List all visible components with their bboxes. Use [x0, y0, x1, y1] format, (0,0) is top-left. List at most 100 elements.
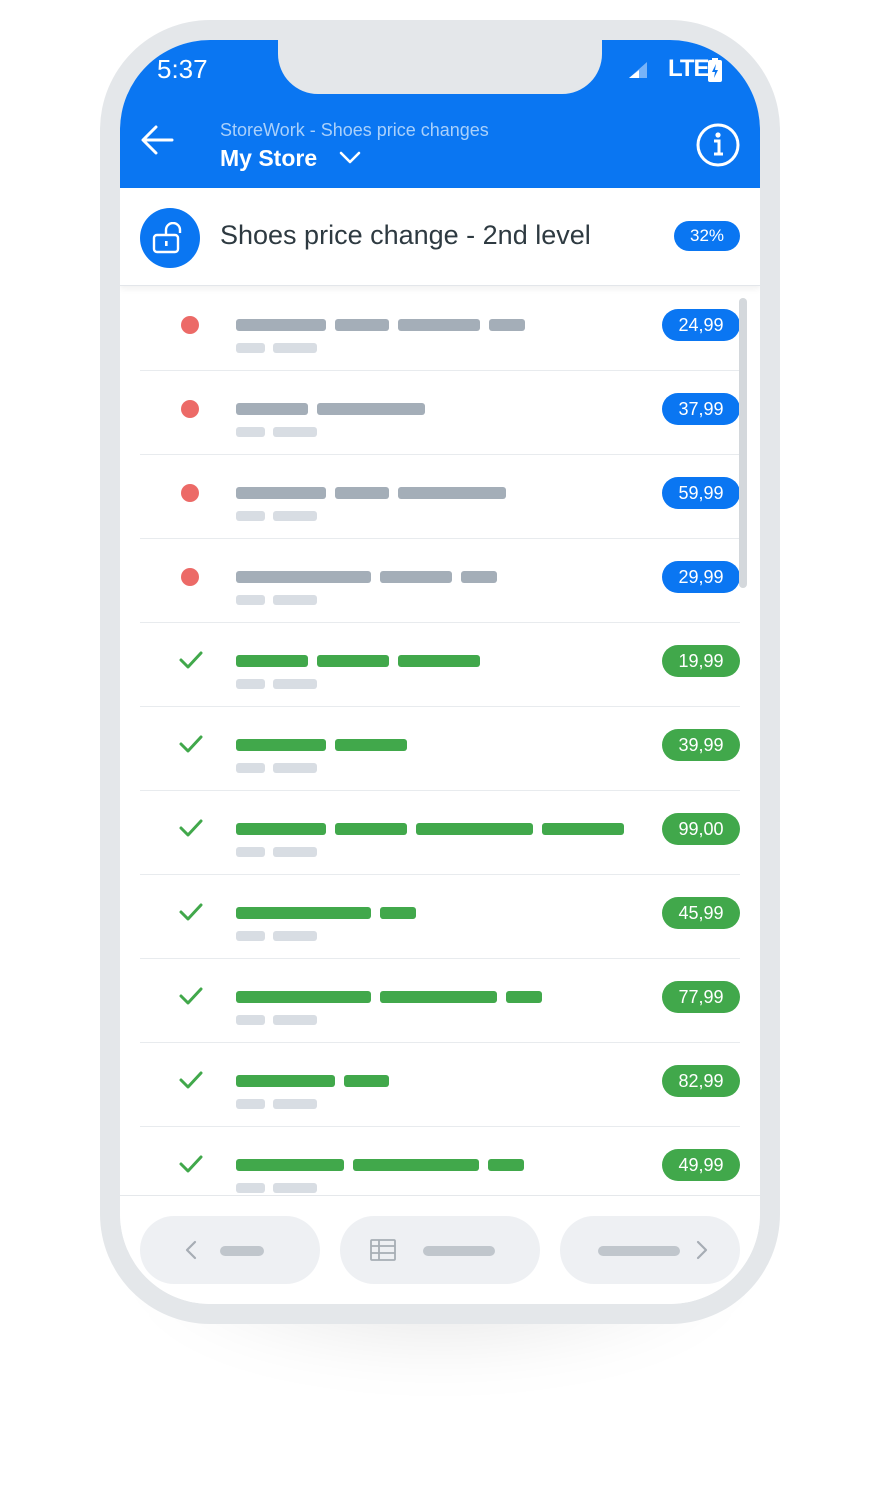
text-placeholder-bar [236, 823, 326, 835]
list-item[interactable]: 19,99 [140, 623, 740, 707]
list-item[interactable]: 45,99 [140, 875, 740, 959]
text-placeholder-bar [236, 1015, 265, 1025]
price-badge: 99,00 [662, 813, 740, 845]
text-placeholder-bar [489, 319, 525, 331]
chevron-down-icon[interactable] [338, 150, 362, 166]
table-view-button[interactable] [340, 1216, 540, 1284]
item-title-placeholder [236, 907, 416, 919]
status-dot [181, 400, 199, 418]
store-selector-label[interactable]: My Store [220, 145, 317, 172]
next-label-placeholder [598, 1246, 680, 1256]
price-badge: 37,99 [662, 393, 740, 425]
text-placeholder-bar [273, 1183, 317, 1193]
signal-icon [629, 62, 647, 78]
text-placeholder-bar [236, 487, 326, 499]
price-badge: 49,99 [662, 1149, 740, 1181]
text-placeholder-bar [380, 571, 452, 583]
next-button[interactable] [560, 1216, 740, 1284]
price-badge: 29,99 [662, 561, 740, 593]
price-badge: 82,99 [662, 1065, 740, 1097]
text-placeholder-bar [335, 487, 389, 499]
chevron-right-icon [696, 1240, 708, 1260]
text-placeholder-bar [236, 1159, 344, 1171]
text-placeholder-bar [236, 847, 265, 857]
list-item[interactable]: 37,99 [140, 371, 740, 455]
text-placeholder-bar [236, 679, 265, 689]
text-placeholder-bar [236, 655, 308, 667]
text-placeholder-bar [317, 403, 425, 415]
text-placeholder-bar [416, 823, 533, 835]
price-badge: 24,99 [662, 309, 740, 341]
text-placeholder-bar [461, 571, 497, 583]
item-title-placeholder [236, 1075, 389, 1087]
bottom-nav [120, 1195, 760, 1304]
info-icon[interactable] [695, 122, 741, 168]
text-placeholder-bar [236, 1099, 265, 1109]
table-icon [370, 1239, 396, 1261]
text-placeholder-bar [273, 427, 317, 437]
text-placeholder-bar [236, 319, 326, 331]
price-badge: 19,99 [662, 645, 740, 677]
text-placeholder-bar [353, 1159, 479, 1171]
task-title: Shoes price change - 2nd level [220, 220, 591, 250]
text-placeholder-bar [273, 1099, 317, 1109]
status-dot [181, 484, 199, 502]
table-label-placeholder [423, 1246, 495, 1256]
text-placeholder-bar [335, 739, 407, 751]
text-placeholder-bar [273, 931, 317, 941]
text-placeholder-bar [273, 679, 317, 689]
item-subtitle-placeholder [236, 1099, 317, 1109]
text-placeholder-bar [273, 763, 317, 773]
item-subtitle-placeholder [236, 595, 317, 605]
text-placeholder-bar [335, 823, 407, 835]
price-badge: 39,99 [662, 729, 740, 761]
text-placeholder-bar [236, 1075, 335, 1087]
list-item[interactable]: 99,00 [140, 791, 740, 875]
list-item[interactable]: 49,99 [140, 1127, 740, 1195]
phone-screen: 5:37 LTE StoreWork - Shoes price changes… [120, 40, 760, 1304]
text-placeholder-bar [236, 739, 326, 751]
text-placeholder-bar [398, 319, 480, 331]
list-item[interactable]: 82,99 [140, 1043, 740, 1127]
item-title-placeholder [236, 991, 542, 1003]
item-title-placeholder [236, 1159, 524, 1171]
text-placeholder-bar [344, 1075, 389, 1087]
header-subtitle: StoreWork - Shoes price changes [220, 120, 489, 140]
text-placeholder-bar [236, 907, 371, 919]
previous-button[interactable] [140, 1216, 320, 1284]
text-placeholder-bar [236, 931, 265, 941]
item-title-placeholder [236, 487, 506, 499]
text-placeholder-bar [273, 1015, 317, 1025]
check-icon [179, 735, 203, 753]
item-title-placeholder [236, 823, 624, 835]
check-icon [179, 651, 203, 669]
text-placeholder-bar [236, 571, 371, 583]
text-placeholder-bar [317, 655, 389, 667]
item-title-placeholder [236, 655, 480, 667]
check-icon [179, 819, 203, 837]
progress-badge: 32% [674, 221, 740, 251]
item-title-placeholder [236, 739, 407, 751]
scrollbar[interactable] [739, 298, 747, 588]
text-placeholder-bar [236, 511, 265, 521]
list-item[interactable]: 59,99 [140, 455, 740, 539]
text-placeholder-bar [398, 655, 480, 667]
list-item[interactable]: 39,99 [140, 707, 740, 791]
text-placeholder-bar [236, 763, 265, 773]
battery-icon [708, 58, 722, 82]
text-placeholder-bar [236, 991, 371, 1003]
text-placeholder-bar [236, 403, 308, 415]
status-dot [181, 316, 199, 334]
task-header: Shoes price change - 2nd level 32% [120, 188, 760, 286]
list-item[interactable]: 77,99 [140, 959, 740, 1043]
text-placeholder-bar [380, 991, 497, 1003]
text-placeholder-bar [236, 1183, 265, 1193]
check-icon [179, 1071, 203, 1089]
arrow-left-icon[interactable] [138, 120, 178, 160]
text-placeholder-bar [542, 823, 624, 835]
list-item[interactable]: 24,99 [140, 287, 740, 371]
check-icon [179, 1155, 203, 1173]
text-placeholder-bar [236, 343, 265, 353]
text-placeholder-bar [380, 907, 416, 919]
list-item[interactable]: 29,99 [140, 539, 740, 623]
